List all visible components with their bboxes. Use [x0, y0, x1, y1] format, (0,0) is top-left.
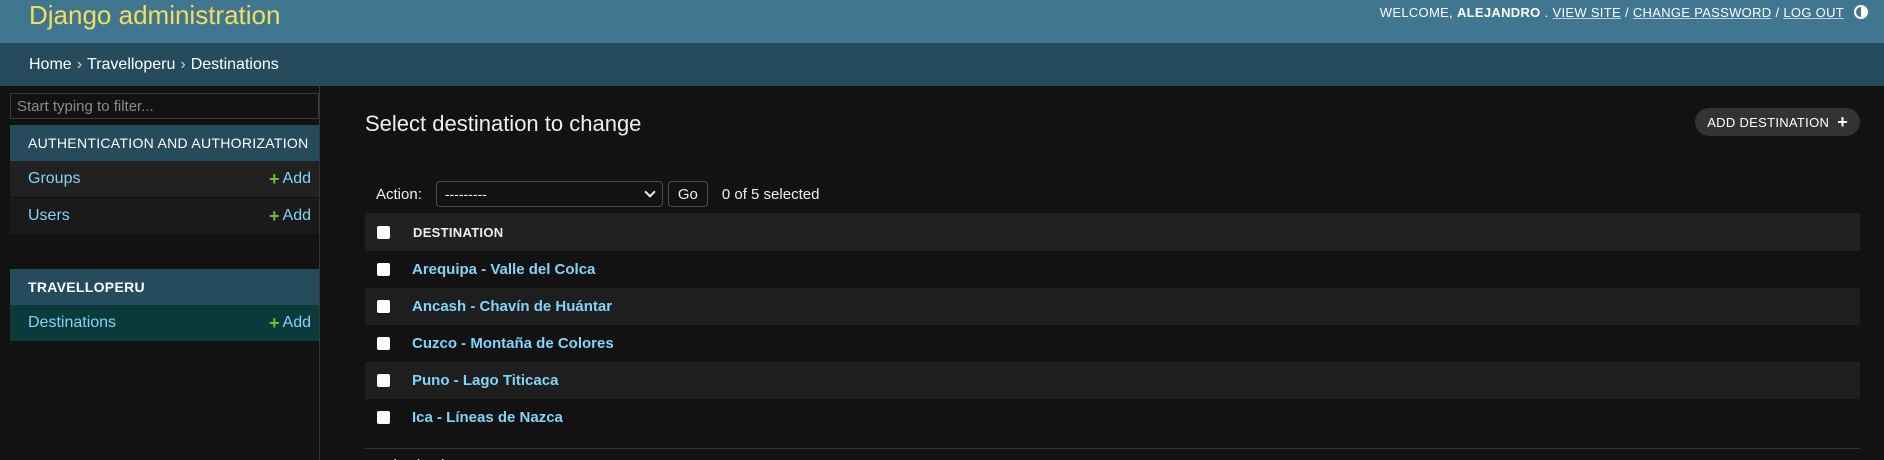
plus-icon: + [269, 206, 280, 226]
model-link-destinations[interactable]: Destinations [28, 314, 116, 332]
row-checkbox[interactable] [377, 374, 390, 387]
change-password-link[interactable]: CHANGE PASSWORD [1633, 5, 1772, 20]
action-label: Action: [376, 185, 422, 203]
module-caption[interactable]: AUTHENTICATION AND AUTHORIZATION [10, 125, 319, 161]
action-selected-option: --------- [444, 186, 487, 202]
destination-link[interactable]: Arequipa - Valle del Colca [412, 261, 595, 278]
destination-link[interactable]: Ica - Líneas de Nazca [412, 409, 563, 426]
add-users-link[interactable]: + Add [269, 207, 311, 225]
row-checkbox[interactable] [377, 263, 390, 276]
select-all-checkbox[interactable] [377, 225, 390, 239]
username: ALEJANDRO [1456, 5, 1541, 20]
header: Django administration WELCOME, ALEJANDRO… [0, 0, 1884, 43]
table-row: Arequipa - Valle del Colca [365, 251, 1860, 288]
user-tools: WELCOME, ALEJANDRO. VIEW SITE / CHANGE P… [1379, 5, 1844, 20]
selection-counter: 0 of 5 selected [721, 185, 820, 203]
welcome-text: WELCOME, [1379, 5, 1453, 20]
add-destination-label: ADD DESTINATION [1707, 114, 1830, 130]
breadcrumb-separator: › [180, 55, 186, 73]
result-list-table: DESTINATION Arequipa - Valle del Colca A… [365, 213, 1860, 436]
row-checkbox[interactable] [377, 300, 390, 313]
plus-icon: + [1837, 112, 1848, 132]
sidebar-item-groups: Groups + Add [10, 161, 319, 198]
sidebar-item-users: Users + Add [10, 198, 319, 235]
breadcrumb-home[interactable]: Home [29, 56, 72, 74]
breadcrumb: Home › Travelloperu › Destinations [0, 43, 1884, 86]
table-row: Ica - Líneas de Nazca [365, 399, 1860, 436]
row-checkbox[interactable] [377, 337, 390, 350]
destination-link[interactable]: Puno - Lago Titicaca [412, 372, 558, 389]
paginator: 5 destinations [365, 448, 1860, 460]
breadcrumb-current: Destinations [190, 55, 279, 73]
row-checkbox[interactable] [377, 411, 390, 424]
view-site-link[interactable]: VIEW SITE [1553, 5, 1621, 20]
go-button[interactable]: Go [667, 181, 708, 207]
actions-bar: Action: --------- Go 0 of 5 selected [365, 176, 1860, 212]
breadcrumb-app[interactable]: Travelloperu [87, 56, 175, 74]
site-branding[interactable]: Django administration [29, 0, 280, 30]
nav-filter-input[interactable]: Start typing to filter... [10, 93, 319, 119]
log-out-link[interactable]: LOG OUT [1783, 5, 1844, 20]
destination-link[interactable]: Ancash - Chavín de Huántar [412, 298, 612, 315]
module-caption[interactable]: TRAVELLOPERU [10, 269, 319, 305]
table-row: Ancash - Chavín de Huántar [365, 288, 1860, 325]
add-label: Add [282, 170, 311, 187]
plus-icon: + [269, 169, 280, 189]
table-header: DESTINATION [365, 213, 1860, 251]
table-row: Puno - Lago Titicaca [365, 362, 1860, 399]
add-destinations-link[interactable]: + Add [269, 314, 311, 332]
sidebar-item-destinations: Destinations + Add [10, 305, 319, 342]
add-groups-link[interactable]: + Add [269, 170, 311, 188]
module-travelloperu: TRAVELLOPERU Destinations + Add [10, 269, 319, 342]
column-header-destination[interactable]: DESTINATION [413, 225, 503, 240]
module-auth: AUTHENTICATION AND AUTHORIZATION Groups … [10, 125, 319, 235]
add-label: Add [282, 207, 311, 224]
action-select[interactable]: --------- [435, 181, 663, 207]
add-destination-button[interactable]: ADD DESTINATION + [1695, 108, 1860, 136]
breadcrumb-separator: › [76, 55, 83, 73]
destination-link[interactable]: Cuzco - Montaña de Colores [412, 335, 614, 352]
add-label: Add [282, 314, 311, 331]
model-link-groups[interactable]: Groups [28, 170, 80, 188]
page-title: Select destination to change [365, 111, 642, 136]
model-link-users[interactable]: Users [28, 207, 70, 225]
theme-toggle-icon[interactable] [1854, 5, 1868, 19]
plus-icon: + [269, 313, 280, 333]
nav-sidebar: Start typing to filter... AUTHENTICATION… [0, 86, 320, 460]
table-row: Cuzco - Montaña de Colores [365, 325, 1860, 362]
chevron-down-icon [644, 186, 656, 198]
